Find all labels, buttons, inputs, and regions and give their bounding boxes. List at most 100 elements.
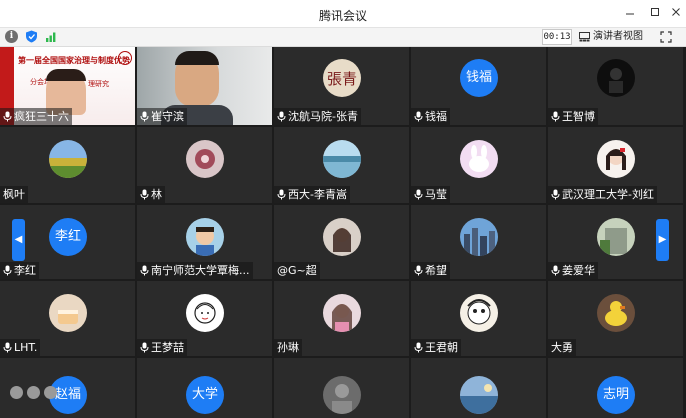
avatar-image (186, 140, 224, 178)
participant-avatar: 大学 (186, 376, 224, 414)
participant-tile[interactable]: 枫叶 (0, 127, 135, 203)
network-signal-icon[interactable] (45, 30, 58, 43)
participant-tile[interactable]: 王智博 (548, 47, 683, 125)
participant-name: 王智博 (562, 110, 595, 123)
fullscreen-icon[interactable] (660, 31, 672, 43)
participant-tile[interactable]: 崔守滨 (137, 47, 272, 125)
avatar-image (323, 294, 361, 332)
participant-name-bar: 王智博 (548, 108, 598, 125)
maximize-button[interactable] (645, 4, 665, 22)
previous-page-button[interactable]: ◀ (12, 219, 25, 261)
emoji-icon[interactable] (10, 386, 23, 399)
participant-name-bar: 崔守滨 (137, 108, 187, 125)
participant-tile[interactable]: 第一届全国国家治理与制度优势 分会场 理研究 疯狂三十六 (0, 47, 135, 125)
microphone-icon (551, 189, 560, 200)
avatar-image: 張青 (323, 59, 361, 97)
participant-name-bar: 孙琳 (274, 339, 302, 356)
maximize-icon (651, 8, 659, 16)
participant-name-bar: 李红 (0, 262, 39, 279)
participant-name: 大勇 (551, 341, 573, 354)
slide-title: 第一届全国国家治理与制度优势 (18, 56, 130, 65)
participant-tile[interactable]: 马莹 (411, 127, 546, 203)
chat-icon[interactable] (27, 386, 40, 399)
microphone-icon (140, 342, 149, 353)
participant-tile[interactable]: 希望 (411, 205, 546, 279)
participant-name-bar: 武汉理工大学-刘红 (548, 186, 657, 203)
avatar-image (49, 294, 87, 332)
avatar-initials: 大学 (191, 387, 218, 402)
participant-avatar: 志明 (597, 376, 635, 414)
participant-tile[interactable]: 西大-李青嵩 (274, 127, 409, 203)
person-hair (175, 51, 219, 65)
speaker-view-label: 演讲者视图 (593, 31, 643, 42)
participant-tile[interactable] (274, 358, 409, 418)
avatar-image (597, 140, 635, 178)
microphone-icon (3, 342, 12, 353)
participant-name-bar: 马莹 (411, 186, 450, 203)
participant-tile[interactable]: 武汉理工大学-刘红 (548, 127, 683, 203)
participant-tile[interactable]: 張青 沈航马院-张青 (274, 47, 409, 125)
participant-name-bar: 希望 (411, 262, 450, 279)
participant-name-bar: 王君朝 (411, 339, 461, 356)
microphone-icon (414, 189, 423, 200)
microphone-icon (3, 111, 12, 122)
shield-icon[interactable] (25, 30, 38, 43)
participant-name: 王君朝 (425, 341, 458, 354)
slide-seal (118, 51, 132, 65)
participant-name-bar: 姜爱华 (548, 262, 598, 279)
next-page-button[interactable]: ▶ (656, 219, 669, 261)
participant-name: 王梦喆 (151, 341, 184, 354)
microphone-icon (551, 265, 560, 276)
close-button[interactable] (666, 4, 686, 22)
meeting-toolbar: i 00:13 演讲者视图 (0, 28, 686, 47)
participant-tile[interactable]: 大勇 (548, 281, 683, 356)
participant-name-bar: 西大-李青嵩 (274, 186, 350, 203)
microphone-icon (140, 265, 149, 276)
participant-avatar (186, 140, 224, 178)
avatar-initials: 赵福 (54, 387, 81, 402)
meeting-timer: 00:13 (542, 29, 572, 45)
participant-avatar: 钱福 (460, 59, 498, 97)
participant-tile[interactable]: 王君朝 (411, 281, 546, 356)
participant-name-bar: 枫叶 (0, 186, 28, 203)
participant-avatar (323, 140, 361, 178)
participant-tile[interactable]: LHT. (0, 281, 135, 356)
participant-name: 武汉理工大学-刘红 (562, 188, 654, 201)
participant-tile[interactable]: 孙琳 (274, 281, 409, 356)
avatar-image (460, 376, 498, 414)
participant-tile[interactable]: 大学 (137, 358, 272, 418)
participant-name: 崔守滨 (151, 110, 184, 123)
avatar-image (597, 294, 635, 332)
microphone-icon (414, 265, 423, 276)
close-icon (672, 8, 680, 16)
participant-avatar (460, 294, 498, 332)
participant-tile[interactable]: 王梦喆 (137, 281, 272, 356)
speaker-view-button[interactable]: 演讲者视图 (579, 29, 643, 45)
avatar-image (460, 218, 498, 256)
participant-name: 希望 (425, 264, 447, 277)
microphone-icon (140, 111, 149, 122)
participant-tile[interactable]: 志明 (548, 358, 683, 418)
participant-avatar: 張青 (323, 59, 361, 97)
info-icon[interactable]: i (5, 30, 18, 43)
participant-avatar (186, 294, 224, 332)
participant-name: 南宁师范大学覃梅... (151, 264, 250, 277)
participant-avatar (186, 218, 224, 256)
avatar-initials: 志明 (602, 387, 629, 402)
slide-tag: 理研究 (88, 80, 109, 88)
more-icon[interactable] (44, 386, 57, 399)
participant-tile[interactable]: 林 (137, 127, 272, 203)
participant-name: 疯狂三十六 (14, 110, 69, 123)
minimize-icon (626, 13, 634, 15)
avatar-image (323, 218, 361, 256)
participant-name: 李红 (14, 264, 36, 277)
avatar-image (323, 376, 361, 414)
participant-tile[interactable]: 南宁师范大学覃梅... (137, 205, 272, 279)
participant-avatar (323, 218, 361, 256)
minimize-button[interactable] (620, 4, 640, 22)
participant-tile[interactable]: 钱福 钱福 (411, 47, 546, 125)
avatar-image (597, 218, 635, 256)
participant-tile[interactable]: @G~超 (274, 205, 409, 279)
participant-tile[interactable] (411, 358, 546, 418)
participant-name: @G~超 (277, 264, 317, 277)
